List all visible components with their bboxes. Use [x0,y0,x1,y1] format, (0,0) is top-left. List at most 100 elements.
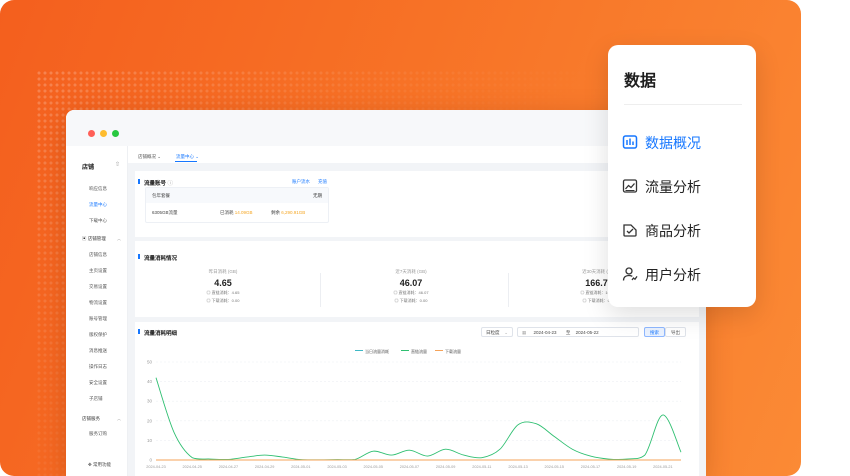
sidebar-group-store-manage[interactable]: ▣ 店铺管理 [82,236,106,242]
sidebar-item[interactable]: 主页设置 [89,268,107,274]
x-tick-label: 2024-05-17 [581,465,600,469]
sidebar-item[interactable]: 响应信息 [89,186,107,192]
image-chart-icon [622,179,638,193]
package-expiry: 无期 [313,193,322,198]
package-total: 6305GB流量 [152,210,178,215]
menu-item-user-analysis[interactable]: 用户分析 [622,263,748,285]
chevron-down-icon: ⌄ [504,330,508,335]
menu-item-label: 用户分析 [645,267,701,283]
stat-sub-direct: ◎ 直链消耗：46.07 [393,290,429,295]
x-tick-label: 2024-04-25 [182,465,201,469]
x-tick-label: 2024-04-23 [146,465,165,469]
sidebar-item[interactable]: 版权保护 [89,332,107,338]
stat-value: 46.07 [399,278,423,288]
remain-label: 剩余 [271,210,280,215]
package-label: 包年套餐 [152,193,170,198]
series-line [155,377,682,461]
sidebar-footer-label: 常用功能 [93,462,112,467]
y-tick-label: 30 [147,399,153,404]
granularity-select[interactable]: 日粒度 ⌄ [481,327,513,337]
sidebar-footer[interactable]: ✥ 常用功能 [88,462,111,468]
x-tick-label: 2024-05-07 [400,465,419,469]
date-range-picker[interactable]: ▦ 2024-04-23 至 2024-05-22 [517,327,639,337]
date-to[interactable]: 2024-05-22 [576,330,599,335]
x-tick-label: 2024-05-13 [508,465,527,469]
maximize-window-icon[interactable] [112,130,119,137]
chevron-up-icon[interactable]: ︿ [117,416,121,422]
legend-marker [355,349,363,354]
menu-title: 数据 [624,73,657,90]
legend-label: 下载流量 [445,349,461,354]
stat-divider [508,273,509,307]
sidebar-item[interactable]: 消息推送 [89,348,107,354]
menu-item-label: 商品分析 [645,223,701,239]
flow-account-title: 流量账号 ⓘ [144,179,173,187]
tab-flow-center[interactable]: 流量中心 ⌄ [176,154,199,160]
sidebar-group-store-service[interactable]: 店铺服务 [82,416,100,422]
section-marker [138,329,140,334]
tag-icon [623,224,637,237]
sidebar-item[interactable]: 下载中心 [89,218,107,224]
legend-label: 直链流量 [411,349,427,354]
used-value: 14.09GB [234,210,253,215]
section-marker [138,179,140,184]
x-tick-label: 2024-05-19 [617,465,636,469]
y-tick-label: 20 [147,418,153,423]
sidebar-item-flow-center[interactable]: 流量中心 [89,202,107,208]
account-statement-link[interactable]: 账户流水 [292,179,310,185]
stat-7days: 近7天消耗 (GB) 46.07 ◎ 直链消耗：46.07 ◎ 下载消耗：0.0… [331,269,491,304]
legend-item[interactable]: 直链流量 [401,349,427,355]
calendar-icon: ▦ [522,330,527,335]
store-icon: ▣ [82,236,87,241]
sidebar-item[interactable]: 操作日志 [89,364,107,370]
recharge-link[interactable]: 充值 [318,179,327,185]
x-tick-label: 2024-04-27 [219,465,238,469]
sidebar-group-label: 店铺服务 [82,416,100,421]
x-tick-label: 2024-05-11 [472,465,491,469]
tab-store-overview[interactable]: 店铺概况 ⌄ [138,154,161,160]
stat-value: 4.65 [214,278,232,288]
sidebar-item[interactable]: 安全设置 [89,380,107,386]
minimize-window-icon[interactable] [100,130,107,137]
stat-sub-direct: ◎ 直链消耗：4.65 [206,290,240,295]
used-amount: 已消耗 14.09GB [220,210,253,216]
bar-chart-icon [622,135,638,149]
section-marker [138,254,140,259]
consumption-title: 流量消耗情况 [144,256,178,262]
legend-marker [401,349,409,354]
sidebar-toggle-icon[interactable]: ⇧ [115,161,120,168]
menu-item-label: 数据概况 [645,135,701,151]
legend-label: 当日流量消耗 [365,349,389,354]
tab-label: 流量中心 [176,154,194,159]
stat-divider [320,273,321,307]
menu-item-data-overview[interactable]: 数据概况 [622,131,748,153]
y-tick-label: 10 [147,438,153,443]
remain-value: 6,290.91GB [281,210,306,215]
chevron-up-icon[interactable]: ︿ [117,236,121,242]
menu-item-flow-analysis[interactable]: 流量分析 [622,175,748,197]
sidebar-item[interactable]: 账号管理 [89,316,107,322]
search-button[interactable]: 搜索 [644,327,665,337]
sidebar-item[interactable]: 交易设置 [89,284,107,290]
sidebar-item[interactable]: 服务订购 [89,431,107,437]
close-window-icon[interactable] [88,130,95,137]
y-tick-label: 40 [147,379,153,384]
sidebar-item[interactable]: 物流设置 [89,300,107,306]
sidebar-header: 店铺 [82,165,95,171]
legend-item[interactable]: 当日流量消耗 [355,349,389,355]
x-tick-label: 2024-05-05 [364,465,383,469]
legend-item[interactable]: 下载流量 [435,349,461,355]
sidebar-item[interactable]: 店铺信息 [89,252,107,258]
export-button[interactable]: 导出 [665,327,686,337]
sidebar-item[interactable]: 子店铺 [89,396,103,402]
stat-sub-download: ◎ 下载消耗：0.00 [394,298,428,303]
date-from[interactable]: 2024-04-23 [534,330,557,335]
x-tick-label: 2024-05-21 [653,465,672,469]
x-tick-label: 2024-05-09 [436,465,455,469]
menu-item-product-analysis[interactable]: 商品分析 [622,219,748,241]
y-tick-label: 0 [149,458,152,463]
x-tick-label: 2024-05-03 [327,465,346,469]
settings-icon: ✥ [88,462,92,467]
y-tick-label: 50 [147,360,153,365]
data-menu-panel: 数据 数据概况 流量分析 商品分析 用户分析 [608,45,756,307]
